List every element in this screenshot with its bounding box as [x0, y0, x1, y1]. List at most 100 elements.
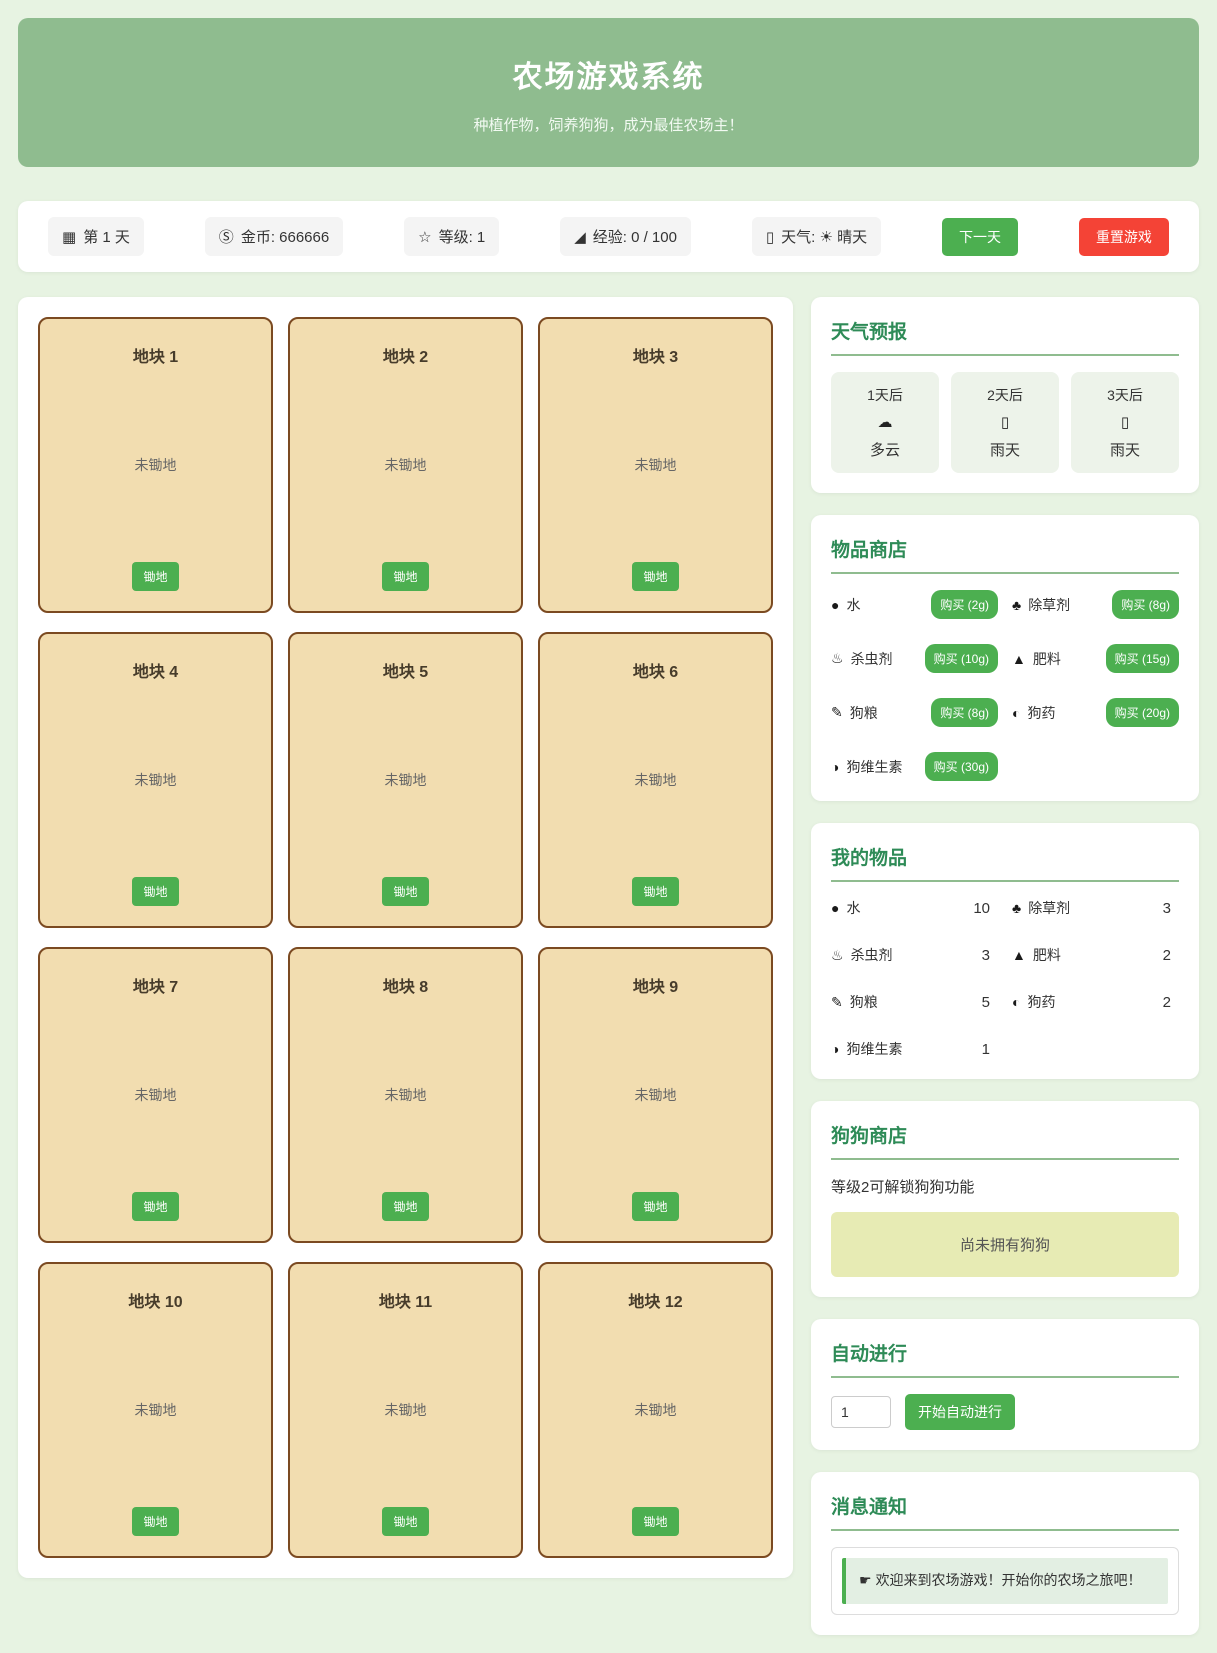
section-title-messages: 消息通知	[831, 1492, 1179, 1531]
item-name: ♨杀虫剂	[831, 649, 893, 669]
buy-button-fertilizer[interactable]: 购买 (15g)	[1106, 644, 1179, 673]
hoe-button[interactable]: 锄地	[132, 877, 178, 906]
plot-title: 地块 4	[133, 658, 178, 682]
item-count: 2	[1163, 994, 1171, 1011]
hoe-button[interactable]: 锄地	[632, 562, 678, 591]
status-coins: Ⓢ 金币: 666666	[205, 217, 343, 256]
hoe-button[interactable]: 锄地	[132, 1507, 178, 1536]
buy-button-dog-vitamin[interactable]: 购买 (30g)	[925, 752, 998, 781]
forecast-day-label: 2天后	[957, 385, 1053, 405]
buy-button-dog-medicine[interactable]: 购买 (20g)	[1106, 698, 1179, 727]
shop-item-herbicide: ♣除草剂 购买 (8g)	[1012, 590, 1179, 619]
next-day-button[interactable]: 下一天	[942, 218, 1018, 256]
plot-status: 未锄地	[135, 770, 177, 790]
plot-card-9: 地块 9 未锄地 锄地	[538, 947, 773, 1243]
rain-icon: ▯	[957, 413, 1053, 431]
page-subtitle: 种植作物，饲养狗狗，成为最佳农场主！	[38, 114, 1179, 135]
reset-game-button[interactable]: 重置游戏	[1079, 218, 1169, 256]
plot-status: 未锄地	[635, 455, 677, 475]
plot-status: 未锄地	[385, 770, 427, 790]
plot-title: 地块 8	[383, 973, 428, 997]
star-icon: ☆	[418, 228, 431, 246]
status-coins-text: 金币: 666666	[241, 226, 329, 247]
forecast-condition: 多云	[837, 439, 933, 460]
auto-row: 开始自动进行	[831, 1394, 1179, 1430]
item-count: 10	[973, 900, 990, 917]
inventory-item-dog-medicine: ◐狗药 2	[1012, 992, 1179, 1012]
dog-shop-card: 狗狗商店 等级2可解锁狗狗功能 尚未拥有狗狗	[811, 1101, 1199, 1297]
plot-status: 未锄地	[385, 1400, 427, 1420]
status-weather: ▯ 天气: ☀ 晴天	[752, 217, 881, 256]
rain-icon: ▯	[1077, 413, 1173, 431]
item-name: ♣除草剂	[1012, 898, 1070, 918]
hoe-button[interactable]: 锄地	[382, 562, 428, 591]
plot-status: 未锄地	[385, 455, 427, 475]
hoe-button[interactable]: 锄地	[632, 877, 678, 906]
plot-status: 未锄地	[635, 770, 677, 790]
insecticide-icon: ♨	[831, 947, 844, 964]
hoe-button[interactable]: 锄地	[382, 1507, 428, 1536]
start-auto-button[interactable]: 开始自动进行	[905, 1394, 1015, 1430]
message-item: ☛欢迎来到农场游戏！开始你的农场之旅吧！	[842, 1558, 1168, 1604]
forecast-box-2: 2天后 ▯ 雨天	[951, 372, 1059, 473]
auto-days-input[interactable]	[831, 1396, 891, 1428]
shop-item-dog-medicine: ◐狗药 购买 (20g)	[1012, 698, 1179, 727]
calendar-icon: ▦	[62, 228, 76, 246]
plot-card-1: 地块 1 未锄地 锄地	[38, 317, 273, 613]
auto-run-card: 自动进行 开始自动进行	[811, 1319, 1199, 1450]
wave-hand-icon: ☛	[859, 1572, 872, 1588]
section-title-inventory: 我的物品	[831, 843, 1179, 882]
fertilizer-icon: ▲	[1012, 651, 1026, 667]
status-weather-text: 天气: ☀ 晴天	[781, 226, 867, 247]
buy-button-insecticide[interactable]: 购买 (10g)	[925, 644, 998, 673]
item-name: ♨杀虫剂	[831, 945, 893, 965]
item-name: ◐狗药	[1012, 992, 1055, 1012]
fertilizer-icon: ▲	[1012, 947, 1026, 963]
shop-item-dog-food: ✎狗粮 购买 (8g)	[831, 698, 998, 727]
section-title-forecast: 天气预报	[831, 317, 1179, 356]
inventory-item-dog-vitamin: ◑狗维生素 1	[831, 1039, 998, 1059]
inventory-grid: ●水 10 ♣除草剂 3 ♨杀虫剂 3 ▲肥料 2	[831, 898, 1179, 1059]
status-bar: ▦ 第 1 天 Ⓢ 金币: 666666 ☆ 等级: 1 ◢ 经验: 0 / 1…	[18, 201, 1199, 272]
cloud-icon: ☁	[837, 413, 933, 431]
inventory-item-fertilizer: ▲肥料 2	[1012, 945, 1179, 965]
forecast-day-label: 3天后	[1077, 385, 1173, 405]
plot-card-7: 地块 7 未锄地 锄地	[38, 947, 273, 1243]
message-text: 欢迎来到农场游戏！开始你的农场之旅吧！	[876, 1572, 1142, 1588]
plot-card-11: 地块 11 未锄地 锄地	[288, 1262, 523, 1558]
hoe-button[interactable]: 锄地	[632, 1192, 678, 1221]
weather-icon: ▯	[766, 228, 774, 246]
plot-status: 未锄地	[635, 1085, 677, 1105]
inventory-item-insecticide: ♨杀虫剂 3	[831, 945, 998, 965]
hoe-button[interactable]: 锄地	[132, 1192, 178, 1221]
dog-food-icon: ✎	[831, 704, 843, 721]
plot-status: 未锄地	[635, 1400, 677, 1420]
my-items-card: 我的物品 ●水 10 ♣除草剂 3 ♨杀虫剂 3 ▲肥料	[811, 823, 1199, 1079]
plot-card-3: 地块 3 未锄地 锄地	[538, 317, 773, 613]
inventory-item-water: ●水 10	[831, 898, 998, 918]
plot-title: 地块 5	[383, 658, 428, 682]
buy-button-water[interactable]: 购买 (2g)	[931, 590, 998, 619]
forecast-condition: 雨天	[957, 439, 1053, 460]
coin-icon: Ⓢ	[219, 226, 234, 247]
item-count: 3	[982, 947, 990, 964]
plot-status: 未锄地	[135, 455, 177, 475]
messages-card: 消息通知 ☛欢迎来到农场游戏！开始你的农场之旅吧！	[811, 1472, 1199, 1635]
item-count: 1	[982, 1041, 990, 1058]
plot-title: 地块 6	[633, 658, 678, 682]
page: 农场游戏系统 种植作物，饲养狗狗，成为最佳农场主！ ▦ 第 1 天 Ⓢ 金币: …	[0, 0, 1217, 1653]
plot-title: 地块 7	[133, 973, 178, 997]
hoe-button[interactable]: 锄地	[382, 877, 428, 906]
hoe-button[interactable]: 锄地	[632, 1507, 678, 1536]
herbicide-icon: ♣	[1012, 597, 1021, 613]
hoe-button[interactable]: 锄地	[132, 562, 178, 591]
dog-vitamin-icon: ◑	[831, 759, 839, 775]
buy-button-dog-food[interactable]: 购买 (8g)	[931, 698, 998, 727]
hoe-button[interactable]: 锄地	[382, 1192, 428, 1221]
shop-item-insecticide: ♨杀虫剂 购买 (10g)	[831, 644, 998, 673]
insecticide-icon: ♨	[831, 650, 844, 667]
buy-button-herbicide[interactable]: 购买 (8g)	[1112, 590, 1179, 619]
water-icon: ●	[831, 900, 839, 916]
plot-card-6: 地块 6 未锄地 锄地	[538, 632, 773, 928]
item-name: ▲肥料	[1012, 649, 1061, 669]
